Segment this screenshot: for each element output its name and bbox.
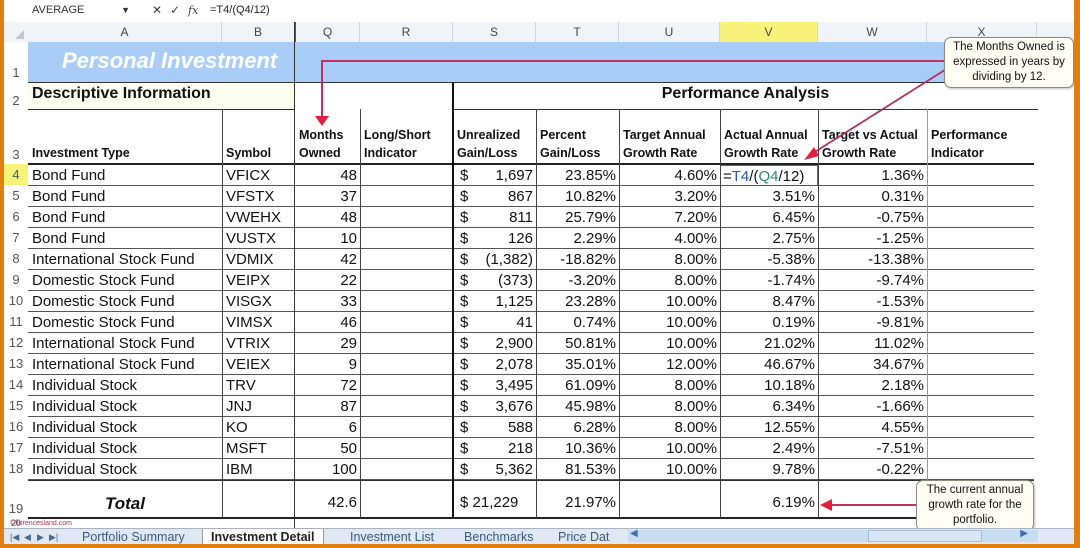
callout-growth-rate: The current annual growth rate for the p… xyxy=(916,480,1034,531)
spreadsheet-window: AVERAGE ▼ ✕ ✓ fx =T4/(Q4/12) A B Q R S T… xyxy=(4,0,1074,544)
scroll-right-icon[interactable]: ▶ xyxy=(1020,528,1028,539)
arrowhead-months-owned xyxy=(315,116,329,126)
arrowhead-total-growth xyxy=(820,499,832,511)
horizontal-scrollbar[interactable]: ◀ ▶ xyxy=(628,528,1038,542)
prev-sheet-icon[interactable]: ◀ xyxy=(24,529,31,544)
tab-investment-list[interactable]: Investment List xyxy=(342,529,442,544)
next-sheet-icon[interactable]: ▶ xyxy=(37,529,44,544)
arrowhead-actual-growth xyxy=(804,147,819,160)
arrow-to-months-owned xyxy=(321,60,944,118)
watermark: ©florencesland.com xyxy=(10,520,72,527)
first-sheet-icon[interactable]: |◀ xyxy=(10,529,19,544)
arrow-to-actual-growth xyxy=(809,67,949,156)
scroll-left-icon[interactable]: ◀ xyxy=(630,528,638,539)
last-sheet-icon[interactable]: ▶| xyxy=(49,529,58,544)
tab-investment-detail[interactable]: Investment Detail xyxy=(202,529,324,544)
annotation-arrows xyxy=(315,60,949,511)
scrollbar-thumb[interactable] xyxy=(868,530,982,542)
tab-benchmarks[interactable]: Benchmarks xyxy=(456,529,541,544)
tab-price-data[interactable]: Price Dat xyxy=(550,529,617,544)
callout-months-owned: The Months Owned is expressed in years b… xyxy=(944,37,1074,88)
tab-portfolio-summary[interactable]: Portfolio Summary xyxy=(74,529,193,544)
